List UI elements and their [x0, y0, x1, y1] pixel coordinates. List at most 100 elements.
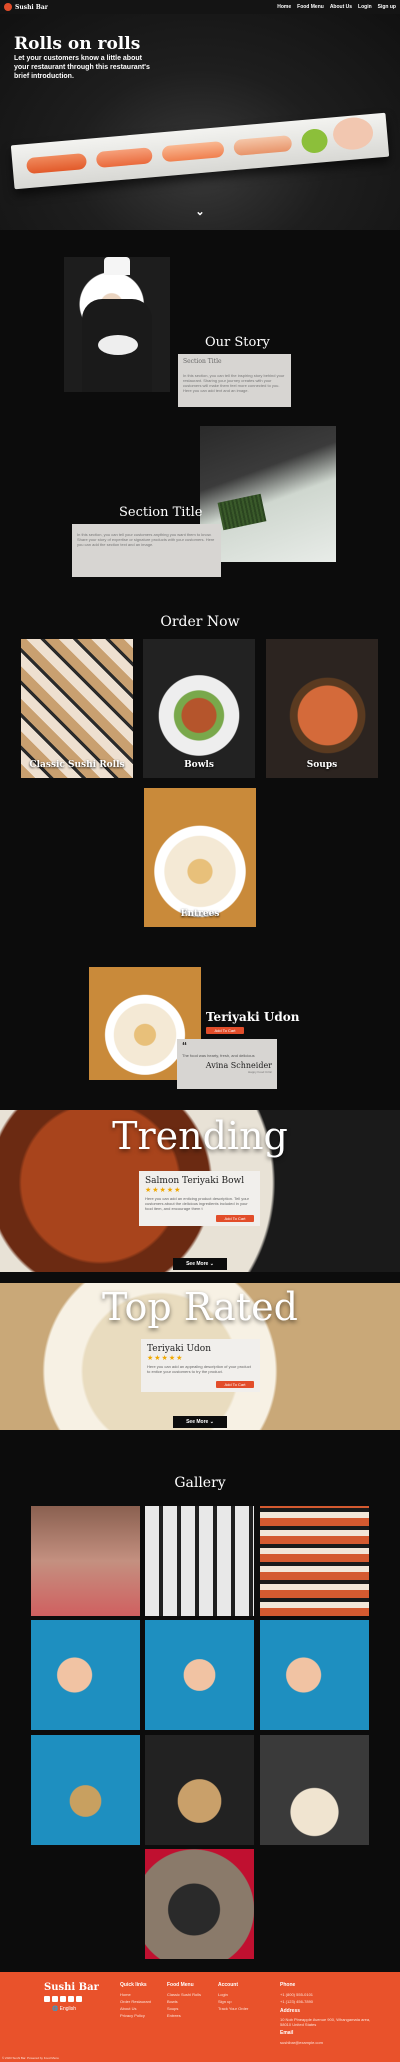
our-story-title: Our Story	[205, 335, 270, 350]
gallery-image[interactable]	[145, 1735, 254, 1845]
testimonial-author: Avina Schneider	[205, 1061, 272, 1070]
footer-heading: Address	[280, 2008, 301, 2014]
testimonial-role: Happy Food Critic	[247, 1070, 272, 1074]
category-tile-sushi-rolls[interactable]: Classic Sushi Rolls	[21, 639, 133, 778]
category-label: Classic Sushi Rolls	[29, 760, 125, 770]
nav-link-food-menu[interactable]: Food Menu	[297, 4, 324, 10]
gallery-image[interactable]	[31, 1735, 140, 1845]
nav-link-home[interactable]: Home	[277, 4, 291, 10]
gallery-image[interactable]	[145, 1506, 254, 1616]
feature-title: Teriyaki Udon	[206, 1010, 300, 1024]
gallery-title: Gallery	[174, 1475, 226, 1491]
gallery-image[interactable]	[31, 1620, 140, 1730]
globe-icon: 🌐	[52, 2006, 59, 2012]
category-label: Soups	[306, 760, 338, 770]
gallery-image[interactable]	[260, 1620, 369, 1730]
twitter-icon[interactable]	[60, 1996, 66, 2002]
category-tile-entrees[interactable]: Entrees	[144, 788, 256, 927]
star-rating: ★★★★★	[145, 1187, 182, 1194]
gallery-image[interactable]	[145, 1620, 254, 1730]
nigiri-image	[233, 135, 293, 157]
phone-number[interactable]: +1 (800) 555-0101	[280, 1991, 380, 1998]
footer-link[interactable]: About Us	[120, 2005, 151, 2012]
copyright: © 2023 Sushi Bar. Powered by Food Menu	[2, 2056, 59, 2060]
footer-link[interactable]: Entrees	[167, 2012, 201, 2019]
footer-contact: Phone +1 (800) 555-0101 +1 (123) 456-789…	[280, 1982, 380, 2046]
trending-heading: Trending	[112, 1114, 288, 1158]
footer-link[interactable]: Sign up	[218, 1998, 248, 2005]
youtube-icon[interactable]	[68, 1996, 74, 2002]
nav-link-signup[interactable]: Sign up	[378, 4, 396, 10]
nav-link-login[interactable]: Login	[358, 4, 372, 10]
footer-link[interactable]: Bowls	[167, 1998, 201, 2005]
phone-number[interactable]: +1 (123) 456-7890	[280, 1998, 380, 2005]
card-body: In this section, you can tell your custo…	[77, 532, 215, 547]
social-links	[44, 1996, 82, 2002]
section-card: In this section, you can tell your custo…	[72, 524, 221, 577]
footer-link[interactable]: Home	[120, 1991, 151, 1998]
gallery-image[interactable]	[31, 1506, 140, 1616]
card-title: Section Title	[183, 358, 222, 365]
footer-heading: Phone	[280, 1982, 296, 1988]
bamboo-mat	[217, 493, 267, 531]
footer-heading: Email	[280, 2030, 294, 2036]
address-text: 10 Nob Pineapple Avenue 900, Whangamata …	[280, 2017, 371, 2027]
footer-link[interactable]: Login	[218, 1991, 248, 1998]
nav-links: Home Food Menu About Us Login Sign up	[277, 4, 396, 10]
gallery-image[interactable]	[260, 1506, 369, 1616]
chevron-down-icon[interactable]: ⌄	[194, 206, 206, 218]
category-tile-soups[interactable]: Soups	[266, 639, 378, 778]
see-more-button[interactable]: See More ⌄	[0, 1261, 400, 1267]
category-label: Entrees	[180, 909, 220, 919]
brand-name: Sushi Bar	[15, 3, 48, 11]
footer-link[interactable]: Soups	[167, 2005, 201, 2012]
add-to-cart-button[interactable]: Add To Cart	[216, 1215, 254, 1222]
item-title: Teriyaki Udon	[147, 1344, 212, 1354]
nigiri-image	[25, 152, 88, 175]
add-to-cart-button[interactable]: Add To Cart	[206, 1027, 244, 1034]
gallery-image[interactable]	[260, 1735, 369, 1845]
card-body: In this section, you can tell the inspir…	[183, 373, 285, 393]
chef-hat	[104, 257, 130, 275]
our-story-card: Section Title In this section, you can t…	[178, 354, 291, 407]
footer-food-menu: Food Menu Classic Sushi Rolls Bowls Soup…	[167, 1982, 201, 2019]
language-selector[interactable]: 🌐 English	[52, 2006, 76, 2012]
footer-brand[interactable]: Sushi Bar	[44, 1982, 99, 1993]
garnish-image	[331, 115, 375, 152]
facebook-icon[interactable]	[44, 1996, 50, 2002]
footer: Sushi Bar 🌐 English Quick links Home Ord…	[0, 1972, 400, 2062]
wasabi-image	[300, 127, 329, 155]
category-label: Bowls	[184, 760, 214, 770]
gallery-image[interactable]	[145, 1849, 254, 1959]
instagram-icon[interactable]	[52, 1996, 58, 2002]
nigiri-image	[161, 140, 225, 163]
hero-title: Rolls on rolls	[14, 34, 141, 54]
footer-heading: Quick links	[120, 1982, 147, 1988]
footer-link[interactable]: Order Restaurant	[120, 1998, 151, 2005]
star-rating: ★★★★★	[147, 1355, 184, 1362]
testimonial-text: The food was hearty, fresh, and deliciou…	[182, 1053, 255, 1058]
see-more-button[interactable]: See More ⌄	[0, 1419, 400, 1425]
chef-plate	[98, 335, 138, 355]
footer-account: Account Login Sign up Track Your Order	[218, 1982, 248, 2012]
page: Sushi Bar Home Food Menu About Us Login …	[0, 0, 400, 2062]
email-link[interactable]: sushibar@example.com	[280, 2039, 380, 2046]
trending-section: Trending Salmon Teriyaki Bowl ★★★★★ Here…	[0, 1110, 400, 1272]
item-description: Here you can add an enticing product des…	[145, 1196, 249, 1211]
testimonial-card: “ The food was hearty, fresh, and delici…	[177, 1039, 277, 1089]
email-icon[interactable]	[76, 1996, 82, 2002]
category-tile-bowls[interactable]: Bowls	[143, 639, 255, 778]
footer-link[interactable]: Privacy Policy	[120, 2012, 151, 2019]
footer-link[interactable]: Classic Sushi Rolls	[167, 1991, 201, 1998]
item-description: Here you can add an appealing descriptio…	[147, 1364, 251, 1374]
hero-subtitle: Let your customers know a little about y…	[14, 55, 150, 80]
brand[interactable]: Sushi Bar	[4, 3, 48, 11]
quote-icon: “	[182, 1041, 187, 1052]
sushi-plate-image	[10, 112, 390, 190]
nav-link-about[interactable]: About Us	[330, 4, 352, 10]
order-now-title: Order Now	[160, 614, 240, 630]
top-rated-item-card: Teriyaki Udon ★★★★★ Here you can add an …	[141, 1339, 260, 1392]
language-label: English	[59, 2006, 77, 2012]
footer-link[interactable]: Track Your Order	[218, 2005, 248, 2012]
add-to-cart-button[interactable]: Add To Cart	[216, 1381, 254, 1388]
